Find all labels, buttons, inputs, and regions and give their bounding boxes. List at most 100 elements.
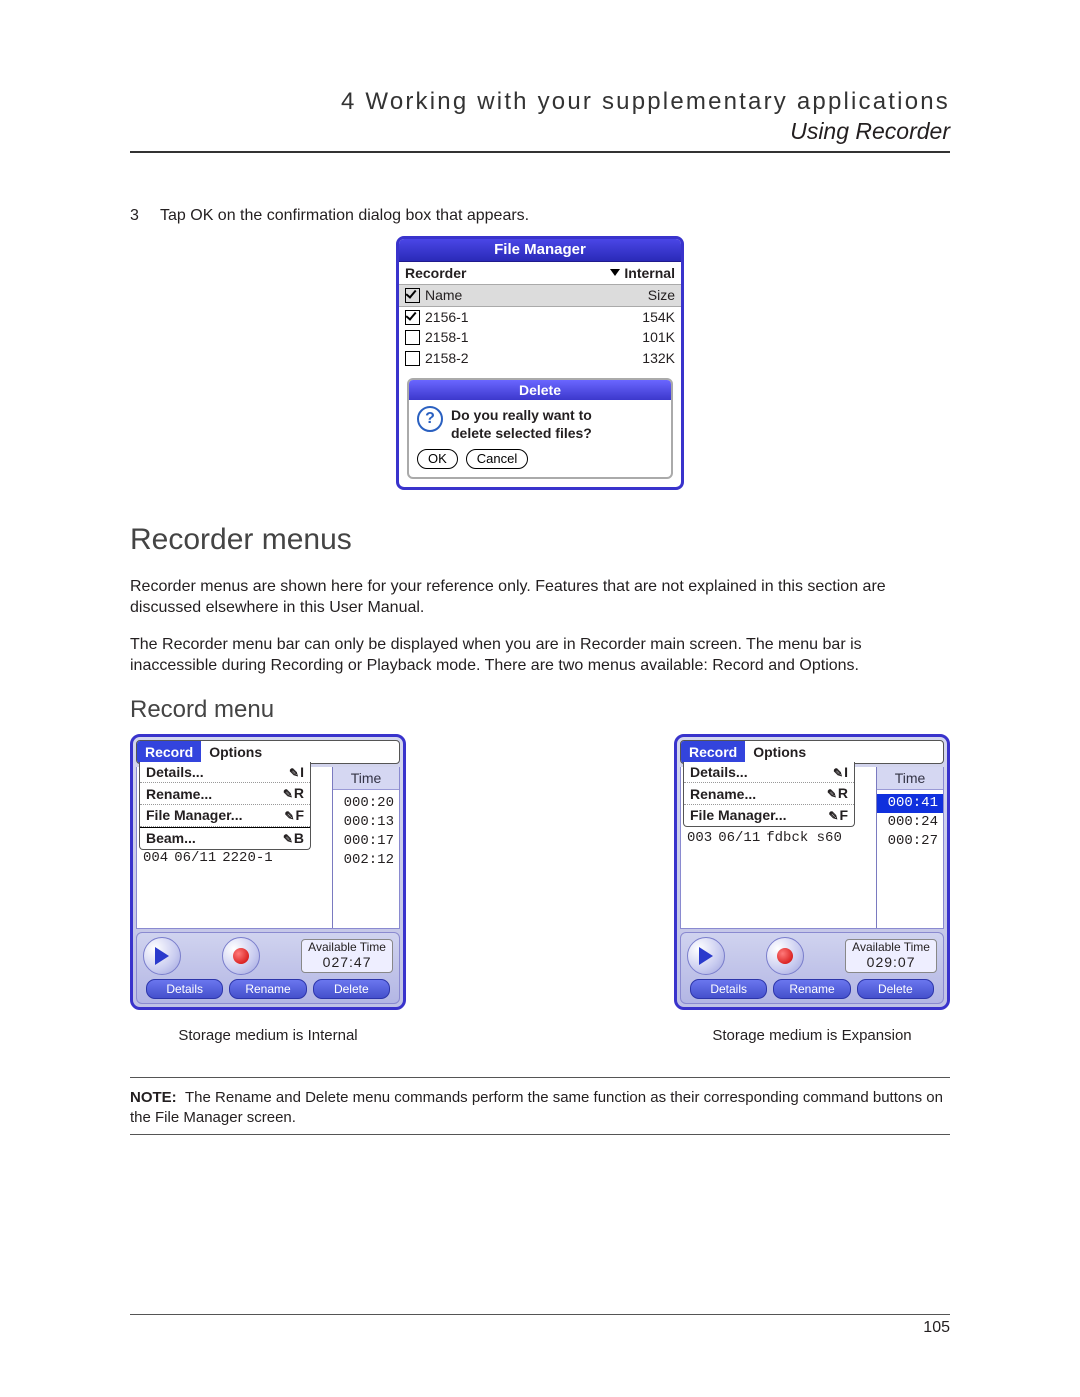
menu-record[interactable]: Record <box>137 741 201 763</box>
menu-shortcut: F <box>828 806 848 825</box>
record-icon <box>777 948 793 964</box>
fm-row[interactable]: 2158-2 132K <box>399 348 681 368</box>
time-value-selected: 000:41 <box>877 794 943 813</box>
fm-col-size[interactable]: Size <box>576 285 681 306</box>
list-item[interactable]: 004 06/11 2220-1 <box>137 849 332 868</box>
menu-item-label: Beam... <box>146 829 196 847</box>
menu-item-label: File Manager... <box>146 806 242 824</box>
dialog-title: Delete <box>409 380 671 400</box>
menu-item-label: Rename... <box>146 785 212 803</box>
fm-app-label: Recorder <box>405 264 466 282</box>
rec-name: 2220-1 <box>222 849 272 868</box>
menu-item-details[interactable]: Details... I <box>140 762 310 784</box>
menu-item-label: Details... <box>690 763 748 781</box>
note-text: The Rename and Delete menu commands perf… <box>130 1089 943 1126</box>
subsection-heading: Record menu <box>130 694 950 726</box>
screenshot-record-menu-expansion: Record Options Details... I Rename... <box>674 734 950 1010</box>
fm-row[interactable]: 2156-1 154K <box>399 306 681 327</box>
fm-storage-value: Internal <box>624 265 675 281</box>
available-time: Available Time 029:07 <box>845 939 937 973</box>
menu-item-file-manager[interactable]: File Manager... F <box>140 805 310 827</box>
delete-button[interactable]: Delete <box>313 979 390 999</box>
time-header: Time <box>333 767 399 790</box>
time-value: 002:12 <box>333 851 399 870</box>
time-header: Time <box>877 767 943 790</box>
available-label: Available Time <box>852 941 930 955</box>
row-checkbox[interactable] <box>405 330 420 345</box>
step-text: Tap OK on the confirmation dialog box th… <box>160 205 529 226</box>
menu-item-label: Details... <box>146 763 204 781</box>
cancel-button[interactable]: Cancel <box>466 449 528 469</box>
play-icon <box>155 947 169 965</box>
dropdown-icon <box>610 269 620 276</box>
rec-date: 06/11 <box>718 829 760 848</box>
menu-item-rename[interactable]: Rename... R <box>684 783 854 805</box>
menu-item-beam[interactable]: Beam... B <box>140 827 310 849</box>
menu-options[interactable]: Options <box>745 741 814 763</box>
menu-shortcut: R <box>283 784 304 803</box>
caption-internal: Storage medium is Internal <box>130 1026 406 1046</box>
time-value: 000:17 <box>333 832 399 851</box>
menu-item-label: Rename... <box>690 785 756 803</box>
rec-index: 003 <box>687 829 712 848</box>
page-header: 4 Working with your supplementary applic… <box>130 88 950 153</box>
menu-item-file-manager[interactable]: File Manager... F <box>684 805 854 826</box>
step-number: 3 <box>130 205 144 226</box>
menu-shortcut: F <box>284 806 304 825</box>
record-button[interactable] <box>766 937 804 975</box>
menu-item-details[interactable]: Details... I <box>684 762 854 784</box>
fm-file-table: Name Size 2156-1 154K 2158-1 101K 2158-2… <box>399 285 681 368</box>
time-column: Time 000:41 000:24 000:27 <box>876 767 943 928</box>
rec-name: fdbck s60 <box>766 829 842 848</box>
screenshot-file-manager: File Manager Recorder Internal Name Size… <box>396 236 684 490</box>
play-icon <box>699 947 713 965</box>
ok-button[interactable]: OK <box>417 449 458 469</box>
fm-file-size: 101K <box>576 327 681 347</box>
section-para-2: The Recorder menu bar can only be displa… <box>130 634 950 676</box>
col-name-label: Name <box>425 287 462 303</box>
details-button[interactable]: Details <box>690 979 767 999</box>
menu-shortcut: R <box>827 784 848 803</box>
fm-file-name: 2158-2 <box>425 350 469 366</box>
fm-storage-select[interactable]: Internal <box>610 264 675 282</box>
note-rule-bottom <box>130 1134 950 1135</box>
menu-shortcut: B <box>283 829 304 848</box>
list-item[interactable]: 003 06/11 fdbck s60 <box>681 829 876 848</box>
fm-col-name[interactable]: Name <box>399 285 576 306</box>
menu-record[interactable]: Record <box>681 741 745 763</box>
rec-index: 004 <box>143 849 168 868</box>
rename-button[interactable]: Rename <box>229 979 306 999</box>
row-checkbox[interactable] <box>405 310 420 325</box>
control-bar: Available Time 027:47 Details Rename Del… <box>136 932 400 1004</box>
note-label: NOTE: <box>130 1089 177 1106</box>
question-icon: ? <box>417 406 443 432</box>
row-checkbox[interactable] <box>405 351 420 366</box>
available-value: 029:07 <box>852 954 930 970</box>
menu-item-rename[interactable]: Rename... R <box>140 783 310 805</box>
footer-rule <box>130 1314 950 1315</box>
menu-shortcut: I <box>289 763 304 782</box>
record-icon <box>233 948 249 964</box>
record-button[interactable] <box>222 937 260 975</box>
dialog-text-1: Do you really want to <box>451 406 592 424</box>
record-menu-dropdown: Details... I Rename... R File Manager...… <box>683 762 855 827</box>
menu-shortcut: I <box>833 763 848 782</box>
delete-button[interactable]: Delete <box>857 979 934 999</box>
fm-row[interactable]: 2158-1 101K <box>399 327 681 347</box>
rename-button[interactable]: Rename <box>773 979 850 999</box>
fm-file-name: 2156-1 <box>425 309 469 325</box>
fm-file-size: 132K <box>576 348 681 368</box>
details-button[interactable]: Details <box>146 979 223 999</box>
play-button[interactable] <box>687 937 725 975</box>
page-footer: 105 <box>130 1314 950 1337</box>
delete-dialog: Delete ? Do you really want to delete se… <box>407 378 673 479</box>
fm-file-name: 2158-1 <box>425 329 469 345</box>
play-button[interactable] <box>143 937 181 975</box>
select-all-checkbox[interactable] <box>405 288 420 303</box>
step-3: 3 Tap OK on the confirmation dialog box … <box>130 205 950 226</box>
menu-options[interactable]: Options <box>201 741 270 763</box>
note-block: NOTE: The Rename and Delete menu command… <box>130 1078 950 1128</box>
section-heading: Recorder menus <box>130 520 950 560</box>
chapter-title: 4 Working with your supplementary applic… <box>130 88 950 116</box>
available-label: Available Time <box>308 941 386 955</box>
